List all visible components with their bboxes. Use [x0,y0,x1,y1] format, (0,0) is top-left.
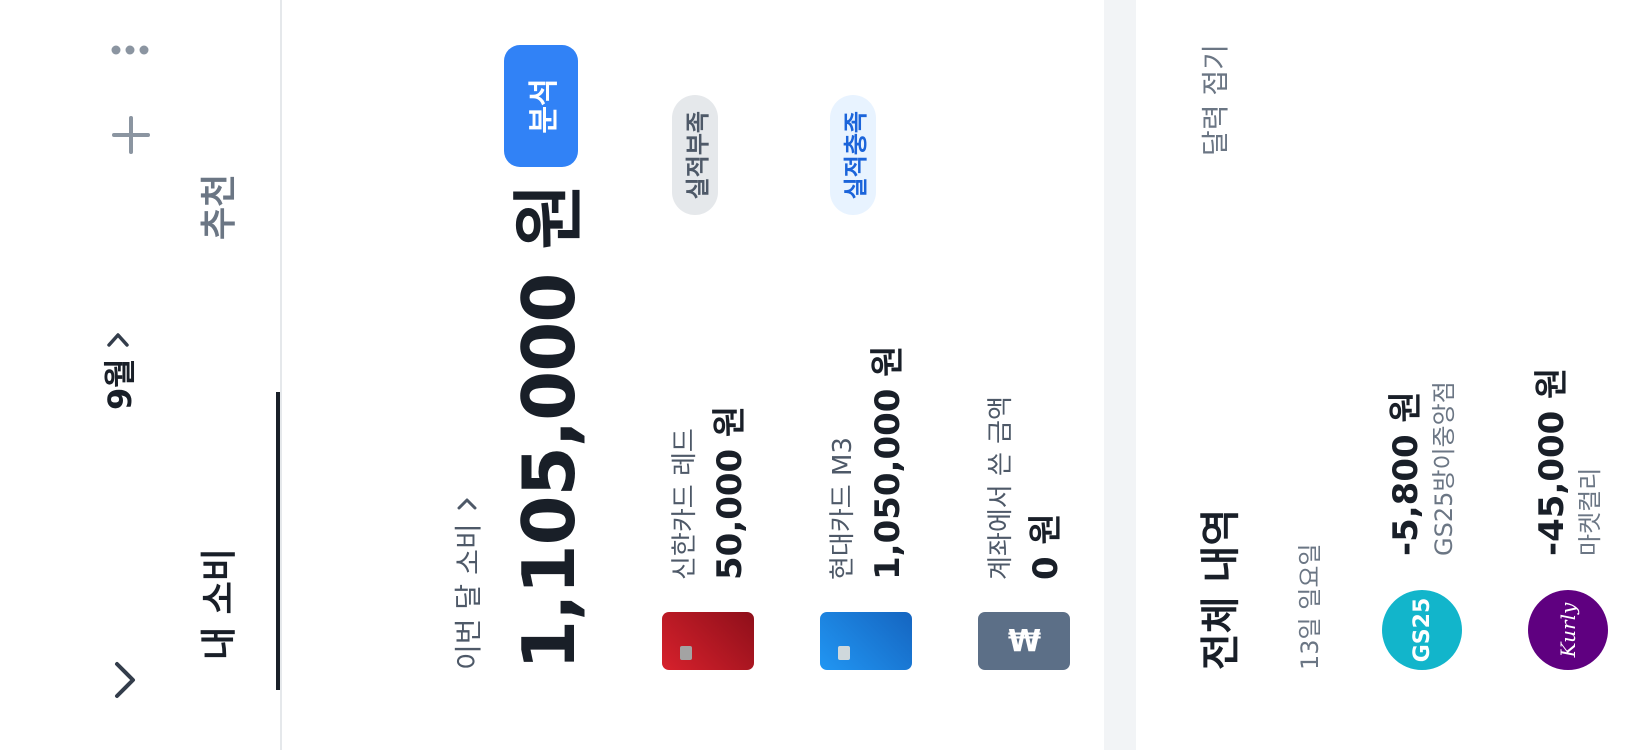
card-name: 신한카드 레드 [670,428,700,580]
gs25-logo-icon: GS25 [1382,590,1462,670]
logo-text: Kurly [1556,602,1580,658]
transaction-merchant: 마켓컬리 [1576,467,1604,556]
kurly-logo-icon: Kurly [1528,590,1608,670]
app-screen: 9월 내 소비 추천 이번 달 소비 1,105,000 원 분석 신한카드 레… [0,0,1642,750]
more-vertical-icon [111,45,149,55]
chevron-down-icon [115,662,135,698]
credit-card-icon [820,612,912,670]
add-button[interactable] [106,110,156,160]
transaction-amount: -5,800 원 [1386,391,1426,556]
won-account-icon: ₩ [978,612,1070,670]
more-button[interactable] [110,30,150,70]
card-name: 계좌에서 쓴 금액 [986,396,1016,580]
tab-my-spending[interactable]: 내 소비 [190,548,242,660]
monthly-total: 1,105,000 원 [507,184,591,670]
transaction-amount: -45,000 원 [1532,367,1572,556]
section-divider [1104,0,1136,750]
month-label: 9월 [101,358,139,410]
credit-card-icon [662,612,754,670]
card-amount: 1,050,000 원 [868,345,908,580]
card-row-account[interactable]: ₩ 계좌에서 쓴 금액 0 원 [978,50,1098,670]
month-selector[interactable]: 9월 [95,332,141,410]
collapse-button[interactable] [95,650,155,710]
monthly-spending-label: 이번 달 소비 [452,523,485,670]
transaction-row[interactable]: Kurly -45,000 원 마켓컬리 [1528,30,1608,670]
analyze-button[interactable]: 분석 [504,45,578,167]
tab-bar: 내 소비 추천 [170,0,282,750]
chevron-right-icon [107,333,129,348]
card-row-hyundai[interactable]: 현대카드 M3 1,050,000 원 실적충족 [820,50,940,670]
tab-recommend[interactable]: 추천 [190,174,242,240]
monthly-spending-link[interactable]: 이번 달 소비 [447,497,487,670]
status-badge: 실적부족 [672,95,718,216]
card-row-shinhan[interactable]: 신한카드 레드 50,000 원 실적부족 [662,50,782,670]
card-name: 현대카드 M3 [828,437,858,580]
card-amount: 50,000 원 [710,405,750,580]
logo-text: GS25 [1409,597,1435,663]
transactions-title: 전체 내역 [1198,508,1244,670]
chevron-right-icon [457,498,477,510]
calendar-toggle-button[interactable]: 달력 접기 [1194,44,1234,156]
transaction-merchant: GS25방이중앙점 [1430,381,1458,556]
card-amount: 0 원 [1026,513,1066,580]
transaction-row[interactable]: GS25 -5,800 원 GS25방이중앙점 [1382,30,1462,670]
stage: 9월 내 소비 추천 이번 달 소비 1,105,000 원 분석 신한카드 레… [0,0,1642,750]
status-badge: 실적충족 [830,95,876,216]
plus-icon [112,116,150,154]
date-header: 13일 일요일 [1296,543,1324,671]
tab-active-indicator [276,392,280,690]
